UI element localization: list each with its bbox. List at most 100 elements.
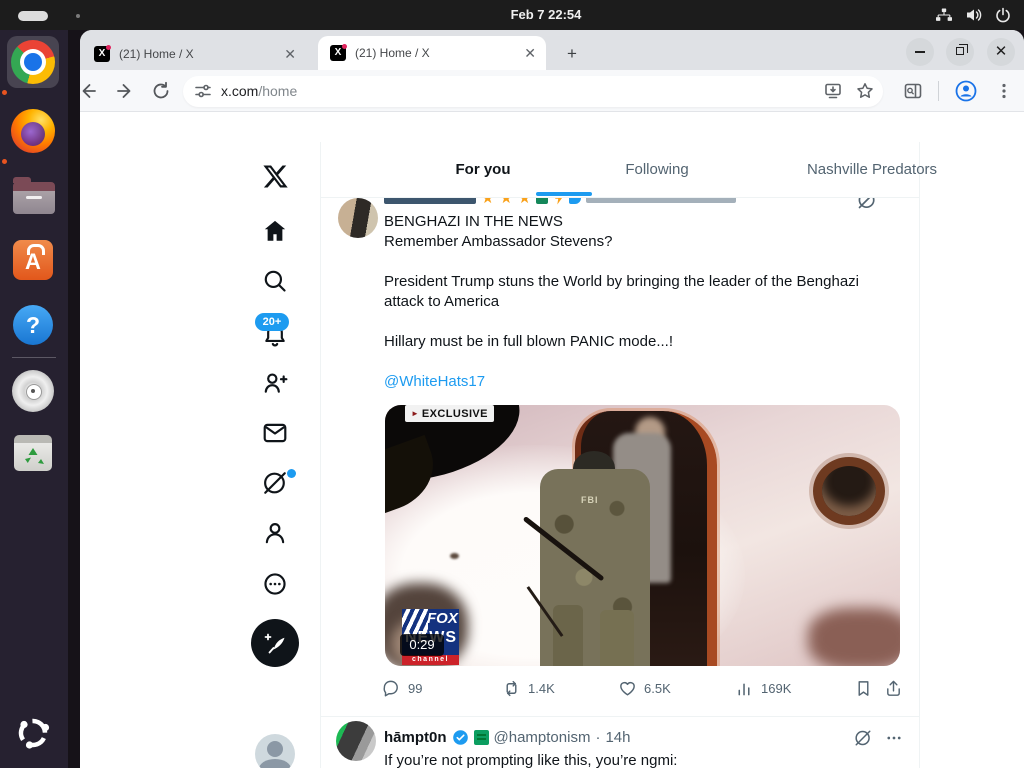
tweet1-avatar[interactable] [338, 198, 378, 238]
ubuntu-dock: A ? [0, 30, 68, 768]
tab-title: (21) Home / X [119, 47, 278, 61]
trash-icon[interactable] [14, 435, 52, 471]
system-clock[interactable]: Feb 7 22:54 [68, 0, 1024, 30]
address-bar[interactable]: x.com/home [183, 76, 883, 107]
dock-divider [12, 357, 56, 358]
home-icon[interactable] [262, 218, 288, 244]
tab-close-icon[interactable]: ✕ [524, 45, 536, 62]
tab-close-icon[interactable]: ✕ [284, 46, 296, 63]
heart-icon [618, 679, 637, 698]
exclusive-arrow-icon: ► [411, 409, 419, 418]
network-icon[interactable] [936, 7, 952, 23]
browser-toolbar: x.com/home [80, 70, 1024, 112]
share-icon [884, 679, 903, 698]
account-switcher-avatar[interactable] [255, 734, 295, 768]
reply-button[interactable]: 99 [382, 679, 422, 698]
files-icon[interactable] [13, 182, 55, 214]
tweet2-header: hāmpt0n @hamptonism · 14h [384, 729, 630, 746]
tweet2-text: If you’re not prompting like this, you’r… [384, 751, 902, 768]
like-count: 6.5K [644, 681, 671, 696]
url-path: /home [258, 83, 297, 99]
browser-tab-inactive[interactable]: X (21) Home / X ✕ [84, 38, 306, 70]
firefox-running-dot [2, 159, 7, 164]
compose-post-button[interactable] [251, 619, 299, 667]
share-button[interactable] [884, 679, 903, 698]
bookmark-star-icon[interactable] [855, 81, 875, 101]
ubuntu-logo-icon[interactable] [14, 714, 52, 752]
url-text[interactable]: x.com/home [221, 83, 297, 99]
tweet1-para2: President Trump stuns the World by bring… [384, 272, 902, 312]
add-friend-icon[interactable] [262, 370, 288, 396]
minimize-button[interactable] [906, 38, 934, 66]
system-top-bar: Feb 7 22:54 [0, 0, 1024, 30]
tweet2-avatar[interactable] [336, 721, 376, 761]
views-button[interactable]: 169K [735, 679, 791, 698]
x-logo-icon[interactable] [262, 163, 288, 189]
more-icon[interactable] [262, 571, 288, 597]
messages-icon[interactable] [262, 420, 288, 446]
tab-nashville-predators[interactable]: Nashville Predators [807, 142, 937, 197]
browser-tab-active[interactable]: X (21) Home / X ✕ [318, 36, 546, 70]
x-favicon: X [330, 45, 346, 61]
firefox-icon[interactable] [11, 109, 55, 153]
chrome-running-dot [2, 90, 7, 95]
video-soldier-leg [553, 605, 583, 666]
maximize-button[interactable] [946, 38, 974, 66]
workspace-indicator-pill[interactable] [18, 11, 48, 21]
tweet1-line2: Remember Ambassador Stevens? [384, 232, 902, 252]
help-icon[interactable]: ? [13, 305, 53, 345]
chrome-icon[interactable] [11, 40, 55, 84]
bookmark-icon [854, 679, 873, 698]
tweet2-display-name[interactable]: hāmpt0n [384, 729, 447, 746]
video-duration-badge: 0:29 [400, 634, 444, 656]
search-icon[interactable] [262, 268, 288, 294]
tab-following[interactable]: Following [625, 142, 688, 197]
site-settings-icon[interactable] [193, 81, 213, 101]
repost-button[interactable]: 1.4K [502, 679, 555, 698]
back-icon[interactable] [80, 81, 99, 101]
tweet2-grok-icon[interactable] [854, 729, 872, 747]
reload-icon[interactable] [151, 81, 171, 101]
bookmark-button[interactable] [854, 679, 873, 698]
tweet2-more-icon[interactable] [886, 730, 902, 746]
tweet2-timestamp[interactable]: 14h [605, 729, 630, 746]
video-plane-window [813, 457, 885, 525]
close-button[interactable]: ✕ [987, 38, 1015, 66]
tab-for-you[interactable]: For you [456, 142, 511, 197]
volume-icon[interactable] [966, 7, 982, 23]
toolbar-divider [938, 81, 939, 101]
install-icon[interactable] [823, 81, 843, 101]
active-tab-underline [536, 192, 592, 196]
url-host: x.com [221, 83, 258, 99]
reply-icon [382, 679, 401, 698]
grok-new-dot [287, 469, 296, 478]
tweet1-video[interactable]: FBI ► EXCLUSIVE FOX NEWS channel 0:29 [385, 405, 900, 666]
feed-tab-bar: For you Following Nashville Predators [321, 142, 919, 198]
disc-icon[interactable] [12, 370, 54, 412]
ubuntu-software-icon[interactable]: A [13, 240, 53, 280]
video-blurred-figure [808, 608, 900, 666]
tweet1-line1: BENGHAZI IN THE NEWS [384, 212, 902, 232]
side-panel-search-icon[interactable] [903, 81, 923, 101]
profile-avatar-icon[interactable] [954, 79, 978, 103]
verified-badge-icon [452, 729, 469, 746]
like-button[interactable]: 6.5K [618, 679, 671, 698]
fox-logo-channel: channel [402, 655, 459, 665]
compose-feather-icon [263, 631, 287, 655]
profile-icon[interactable] [262, 520, 288, 546]
tab-strip: X (21) Home / X ✕ X (21) Home / X ✕ + ✕ [80, 30, 1024, 70]
repost-icon [502, 679, 521, 698]
power-icon[interactable] [995, 7, 1011, 23]
repost-count: 1.4K [528, 681, 555, 696]
grok-icon[interactable] [262, 470, 288, 496]
x-page-content: 20+ ★ ★ ★ [160, 142, 1024, 768]
forward-icon[interactable] [115, 81, 135, 101]
browser-window: X (21) Home / X ✕ X (21) Home / X ✕ + ✕ [80, 30, 1024, 768]
affiliate-badge-icon [474, 730, 489, 745]
tab-title: (21) Home / X [355, 46, 518, 60]
tweet1-mention-link[interactable]: @WhiteHats17 [384, 373, 485, 390]
video-fbi-label: FBI [581, 495, 599, 505]
new-tab-button[interactable]: + [562, 44, 582, 64]
tweet2-handle[interactable]: @hamptonism [494, 729, 591, 746]
kebab-menu-icon[interactable] [994, 81, 1014, 101]
